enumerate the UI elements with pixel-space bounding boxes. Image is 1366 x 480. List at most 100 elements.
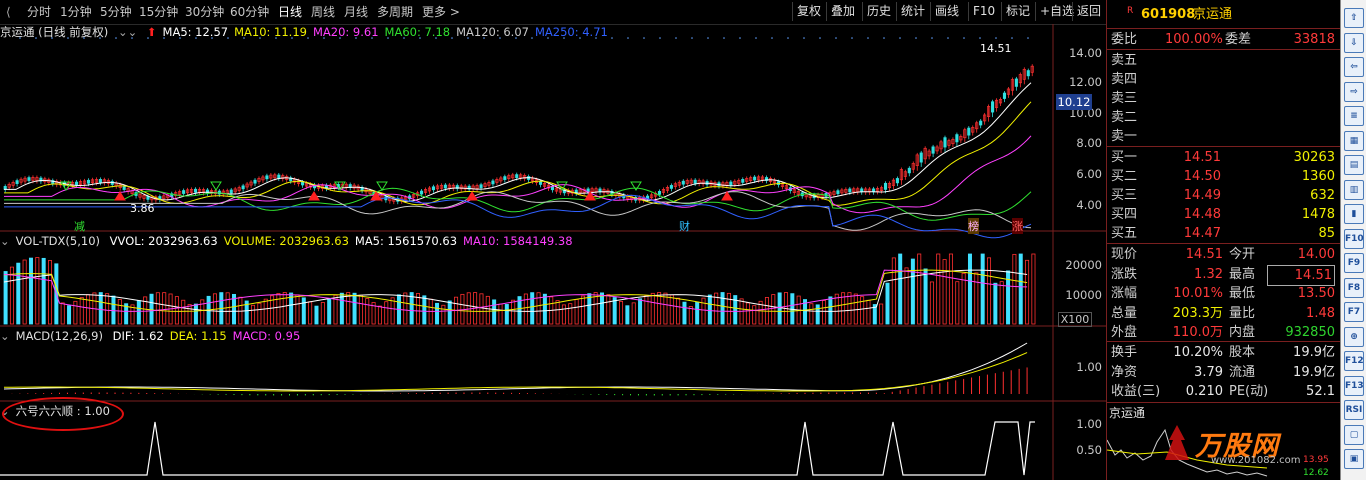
down-arrow-icon[interactable]: ⇩ bbox=[1344, 33, 1364, 53]
tick-dot bbox=[947, 37, 949, 39]
candle-body bbox=[420, 191, 422, 194]
row-value: 10.01% bbox=[1147, 284, 1223, 303]
y-tick: 4.00 bbox=[1062, 198, 1102, 212]
row-label: 换手 bbox=[1111, 343, 1137, 362]
zoom-icon[interactable]: ⊕ bbox=[1344, 327, 1364, 347]
volume-bar bbox=[277, 293, 280, 324]
toolbar-button-0[interactable]: 复权 bbox=[792, 2, 825, 21]
quote-row: 换手 10.20% 股本 19.9亿 bbox=[1107, 343, 1341, 362]
row-value: 0.210 bbox=[1157, 382, 1223, 401]
macd-line bbox=[4, 353, 1027, 391]
volume-bar bbox=[956, 282, 959, 324]
row-label: 量比 bbox=[1229, 304, 1255, 323]
left-arrow-icon[interactable]: ⇦ bbox=[1344, 57, 1364, 77]
chart-svg[interactable] bbox=[0, 24, 1106, 480]
volume-bar bbox=[321, 302, 324, 324]
window2-icon[interactable]: ▣ bbox=[1344, 449, 1364, 469]
list-icon[interactable]: ≡ bbox=[1344, 106, 1364, 126]
f13-icon[interactable]: F13 bbox=[1344, 376, 1364, 396]
f12-icon[interactable]: F12 bbox=[1344, 351, 1364, 371]
row-value: 932850 bbox=[1267, 323, 1335, 342]
volume-bar bbox=[651, 293, 654, 324]
toolbar-button-1[interactable]: 叠加 bbox=[826, 2, 859, 21]
period-toolbar: 分时 1分钟 5分钟 15分钟 30分钟 60分钟 日线 周线 月线 多周期 更多 > ⟨ 复权 叠加 历史… bbox=[0, 0, 1106, 25]
legend-value: MA20: 9.61 bbox=[313, 25, 379, 39]
main-title: 京运通 (日线 前复权) bbox=[0, 25, 108, 39]
candle-body bbox=[99, 179, 101, 182]
period-tab-4[interactable]: 30分钟 bbox=[185, 3, 224, 21]
period-tab-9[interactable]: 多周期 bbox=[377, 3, 413, 21]
window-icon[interactable]: ▢ bbox=[1344, 425, 1364, 445]
bar-chart-icon[interactable]: ▮ bbox=[1344, 204, 1364, 224]
f7-icon[interactable]: F7 bbox=[1344, 302, 1364, 322]
tick-dot bbox=[771, 37, 773, 39]
period-tab-6[interactable]: 日线 bbox=[278, 3, 302, 21]
volume-bar bbox=[480, 294, 483, 324]
marker-limit-up[interactable]: 涨 bbox=[1012, 218, 1023, 234]
main-chevron-icon[interactable]: ⌄⌄ bbox=[118, 25, 137, 39]
row-label: 买五 bbox=[1111, 224, 1137, 243]
marker-finance[interactable]: 财 bbox=[679, 218, 690, 234]
row-value: 14.51 bbox=[1267, 265, 1335, 286]
toolbar-button-6[interactable]: 标记 bbox=[1001, 2, 1034, 21]
period-tab-0[interactable]: 分时 bbox=[27, 3, 51, 21]
volume-bar bbox=[486, 296, 489, 324]
candle-body bbox=[516, 175, 518, 178]
marker-reduce[interactable]: 减 bbox=[74, 218, 85, 234]
row-value: 14.47 bbox=[1147, 224, 1221, 243]
volume-bar bbox=[949, 254, 952, 324]
volume-bar bbox=[29, 258, 32, 324]
period-tab-7[interactable]: 周线 bbox=[311, 3, 335, 21]
candle-body bbox=[1027, 71, 1029, 76]
volume-bar bbox=[359, 295, 362, 324]
volume-bar bbox=[283, 293, 286, 324]
f10-icon[interactable]: F10 bbox=[1344, 229, 1364, 249]
toolbar-button-2[interactable]: 历史 bbox=[862, 2, 895, 21]
toolbar-button-3[interactable]: 统计 bbox=[896, 2, 929, 21]
volume-bar bbox=[505, 304, 508, 324]
f9-icon[interactable]: F9 bbox=[1344, 253, 1364, 273]
period-tab-3[interactable]: 15分钟 bbox=[139, 3, 178, 21]
watermark-url: www.201082.com bbox=[1211, 455, 1301, 466]
volume-bar bbox=[543, 294, 546, 324]
period-tab-2[interactable]: 5分钟 bbox=[100, 3, 132, 21]
candlestick-icon[interactable]: ▥ bbox=[1344, 180, 1364, 200]
volume-bar bbox=[531, 293, 534, 324]
candle-body bbox=[432, 187, 434, 190]
annotation-ellipse bbox=[2, 397, 124, 431]
period-tab-10[interactable]: 更多 > bbox=[422, 3, 460, 21]
row-label: 收益(三) bbox=[1111, 382, 1160, 401]
weibi-row: 委比 100.00% 委差 33818 bbox=[1107, 30, 1341, 49]
candle-body bbox=[670, 185, 672, 188]
up-arrow-icon[interactable]: ⇧ bbox=[1344, 8, 1364, 28]
mini-price-low: 12.62 bbox=[1303, 468, 1329, 478]
f8-icon[interactable]: F8 bbox=[1344, 278, 1364, 298]
period-tab-1[interactable]: 1分钟 bbox=[60, 3, 92, 21]
volume-bar bbox=[626, 306, 629, 324]
vol-chevron-icon[interactable]: ⌄ bbox=[0, 234, 10, 248]
table-icon[interactable]: ▤ bbox=[1344, 155, 1364, 175]
quote-row: 外盘 110.0万 内盘 932850 bbox=[1107, 323, 1341, 342]
volume-bar bbox=[937, 254, 940, 324]
candle-body bbox=[1015, 79, 1017, 87]
candle-body bbox=[194, 189, 196, 192]
volume-bar bbox=[150, 294, 153, 324]
volume-bar bbox=[911, 259, 914, 324]
marker-list[interactable]: 榜 bbox=[968, 218, 979, 234]
stock-header: R 601908 京运通 bbox=[1107, 5, 1341, 24]
rsi-icon[interactable]: RSI bbox=[1344, 400, 1364, 420]
period-tab-5[interactable]: 60分钟 bbox=[230, 3, 269, 21]
period-tab-8[interactable]: 月线 bbox=[344, 3, 368, 21]
candle-body bbox=[932, 147, 934, 153]
collapse-icon[interactable]: ⟨ bbox=[6, 3, 11, 21]
row-value: 19.9亿 bbox=[1267, 343, 1335, 362]
volume-bar bbox=[619, 301, 622, 324]
toolbar-button-4[interactable]: 画线 bbox=[930, 2, 963, 21]
toolbar-button-5[interactable]: F10 bbox=[968, 2, 999, 21]
tick-dot bbox=[883, 37, 885, 39]
right-arrow-icon[interactable]: ⇨ bbox=[1344, 82, 1364, 102]
toolbar-button-8[interactable]: 返回 bbox=[1072, 2, 1105, 21]
grid-icon[interactable]: ▦ bbox=[1344, 131, 1364, 151]
volume-bar bbox=[353, 293, 356, 324]
macd-chevron-icon[interactable]: ⌄ bbox=[0, 329, 10, 343]
